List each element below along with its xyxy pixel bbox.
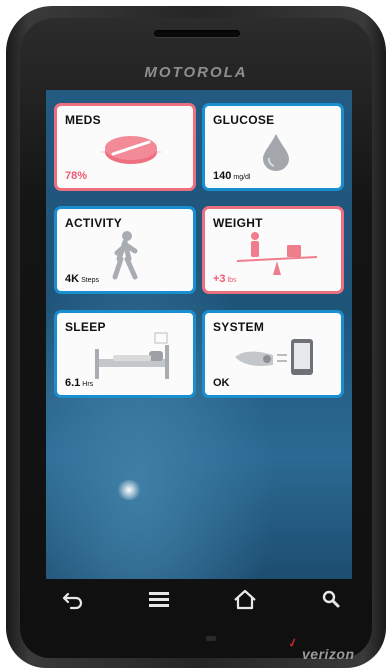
menu-icon xyxy=(149,592,169,607)
tile-value: +3 lbs xyxy=(213,273,237,285)
search-button[interactable] xyxy=(316,586,346,612)
home-button[interactable] xyxy=(230,586,260,612)
menu-button[interactable] xyxy=(144,586,174,612)
tile-value: 78% xyxy=(65,170,88,182)
tile-title: MEDS xyxy=(65,113,101,127)
bed-icon xyxy=(95,332,169,379)
tile-title: WEIGHT xyxy=(213,216,263,230)
walking-person-icon xyxy=(112,231,138,280)
tile-meds[interactable]: MEDS 78% xyxy=(54,103,196,191)
home-icon xyxy=(234,589,256,610)
tile-value: 4K Steps xyxy=(65,273,99,285)
earpiece-speaker xyxy=(154,30,240,37)
back-button[interactable] xyxy=(58,586,88,612)
tile-title: GLUCOSE xyxy=(213,113,275,127)
tile-title: ACTIVITY xyxy=(65,216,123,230)
tile-value: 140 mg/dl xyxy=(213,170,251,182)
carrier-logo: verizon xyxy=(302,646,355,662)
drop-icon xyxy=(263,134,289,171)
android-nav-bar xyxy=(46,582,352,616)
tile-value: OK xyxy=(213,377,230,389)
wallpaper-glow xyxy=(116,480,142,500)
device-brand-logo: MOTOROLA xyxy=(144,64,248,81)
tile-title: SYSTEM xyxy=(213,320,265,334)
tile-activity[interactable]: ACTIVITY 4K Steps xyxy=(54,206,196,294)
tile-value: 6.1 Hrs xyxy=(65,377,94,389)
scale-icon xyxy=(236,232,318,275)
device-icon xyxy=(235,339,313,375)
back-icon xyxy=(62,592,83,610)
microphone-slot xyxy=(206,636,216,641)
pill-icon xyxy=(101,136,161,164)
tile-sleep[interactable]: SLEEP 6.1 Hrs xyxy=(54,310,196,398)
app-screen: MEDS 78% GLUCOSE 140 mg/dl ACTIVITY 4K Ste… xyxy=(46,90,352,579)
tile-glucose[interactable]: GLUCOSE 140 mg/dl xyxy=(202,103,344,191)
tile-weight[interactable]: WEIGHT +3 lbs xyxy=(202,206,344,294)
search-icon xyxy=(322,590,340,608)
tile-system[interactable]: SYSTEM OK xyxy=(202,310,344,398)
